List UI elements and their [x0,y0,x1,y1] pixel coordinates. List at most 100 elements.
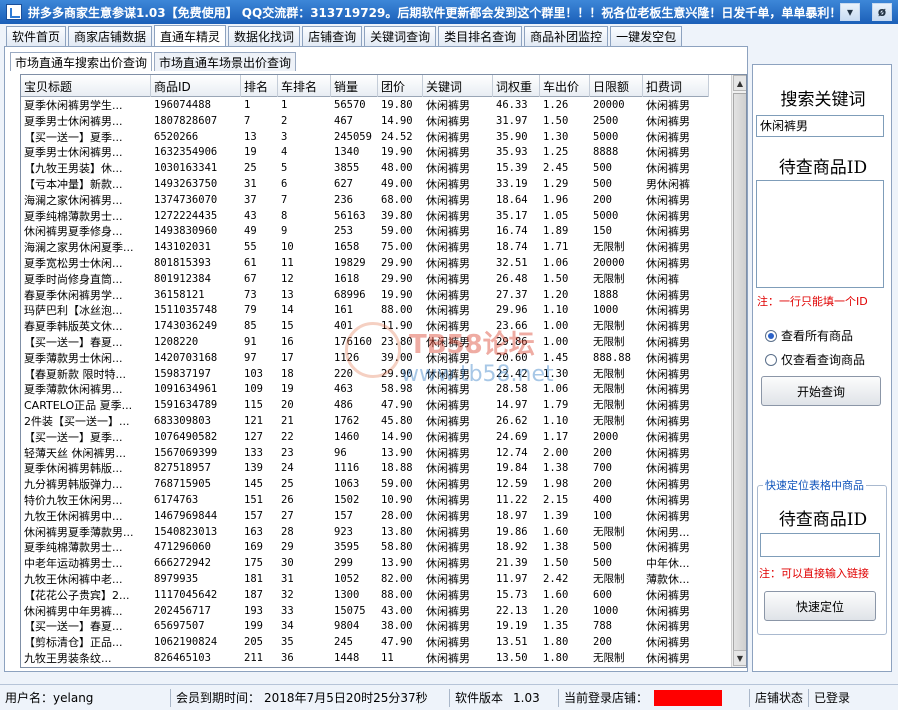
table-row[interactable]: 【买一送一】夏季... 6520266 13 3 245059 24.52 休闲裤男 35.9… [21,130,709,146]
cell-keyword: 休闲裤男 [426,99,470,112]
table-row[interactable]: 休闲裤男中年男裤... 202456717 193 33 15075 43.00 休闲裤男 2… [21,604,709,620]
table-row[interactable]: 轻薄天丝 休闲裤男... 1567069399 133 23 96 13.90 休闲裤男 12… [21,446,709,462]
cell-ad-rank: 2 [281,114,288,127]
cell-sales: 56570 [334,99,366,111]
table-row[interactable]: 夏季男士休闲裤男... 1632354906 19 4 1340 19.90 休闲裤男 35.… [21,145,709,161]
table-row[interactable]: 【九牧王男装】休... 1030163341 25 5 3855 48.00 休闲裤男 15.… [21,161,709,177]
radio-view-all[interactable]: 查看所有商品 [765,327,853,344]
table-row[interactable]: 【花花公子贵宾】2... 1117045642 187 32 1300 88.00 休闲裤男… [21,588,709,604]
tab-keyword-query[interactable]: 关键词查询 [364,26,437,46]
table-row[interactable]: 【买一送一】夏季... 1076490582 127 22 1460 14.90 休闲裤男 2… [21,430,709,446]
tab-through-train[interactable]: 直通车精灵 [154,25,227,46]
close-button[interactable]: ø [872,3,892,21]
table-row[interactable]: 【买一送一】春夏... 65697507 199 34 9804 38.00 休闲裤男 19.… [21,619,709,635]
cell-rank: 157 [244,509,263,522]
cell-daily-limit: 无限制 [593,572,625,585]
table-row[interactable]: 九牧王男装条纹... 826465103 211 36 1448 11 休闲裤男 13.50 1… [21,651,709,667]
table-row[interactable]: 夏季休闲裤男韩版... 827518957 139 24 1116 18.88 休闲裤男 19… [21,461,709,477]
table-row[interactable]: 春夏季韩版英文休... 1743036249 85 15 401 11.90 休闲裤男 23.… [21,319,709,335]
scroll-down-icon[interactable]: ▼ [733,650,746,666]
tab-keyword-finder[interactable]: 数据化找词 [228,26,301,46]
radio-selected-icon[interactable] [765,329,777,342]
radio-unselected-icon[interactable] [765,353,777,366]
tab-group-monitor[interactable]: 商品补团监控 [524,26,609,46]
cell-sales: 467 [334,114,353,127]
column-header-charge-keyword[interactable]: 扣费词 [643,75,709,97]
item-id-textarea[interactable] [756,180,884,288]
tab-empty-package[interactable]: 一键发空包 [610,26,683,46]
scroll-thumb[interactable] [733,93,746,651]
table-row[interactable]: 夏季休闲裤男学生... 196074488 1 1 56570 19.80 休闲裤男 46.3… [21,98,709,114]
tab-store-query[interactable]: 店铺查询 [302,26,363,46]
cell-title: 夏季薄款休闲裤男... [24,383,123,397]
column-header-bid[interactable]: 车出价 [540,75,590,97]
tab-category-rank[interactable]: 类目排名查询 [438,26,523,46]
table-row[interactable]: 九牧王休闲裤中老... 8979935 181 31 1052 82.00 休闲裤男 11.9… [21,572,709,588]
table-row[interactable]: 夏季纯棉薄款男士... 471296060 169 29 3595 58.80 休闲裤男 18… [21,540,709,556]
cell-sales: 401 [334,320,353,333]
column-header-keyword-weight[interactable]: 词权重 [493,75,540,97]
table-row[interactable]: 休闲裤男夏季薄款男... 1540823013 163 28 923 13.80 休闲裤男 1… [21,525,709,541]
cell-keyword-weight: 32.51 [496,256,528,269]
table-row[interactable]: 夏季纯棉薄款男士... 1272224435 43 8 56163 39.80 休闲裤男 35… [21,209,709,225]
table-row[interactable]: 玛萨巴利【冰丝泡... 1511035748 79 14 161 88.00 休闲裤男 29.… [21,303,709,319]
cell-bid: 1.30 [543,130,569,143]
table-row[interactable]: 夏季宽松男士休闲... 801815393 61 11 19829 29.90 休闲裤男 32… [21,256,709,272]
cell-bid: 1.00 [543,320,569,333]
table-row[interactable]: 海澜之家休闲裤男... 1374736070 37 7 236 68.00 休闲裤男 18.6… [21,193,709,209]
cell-item-id: 159837197 [154,367,211,380]
column-header-ad-rank[interactable]: 车排名 [278,75,331,97]
cell-daily-limit: 无限制 [593,651,625,664]
cell-item-id: 768715905 [154,478,211,491]
cell-item-id: 471296060 [154,541,211,554]
table-row[interactable]: 夏季薄款休闲裤男... 1091634961 109 19 463 58.98 休闲裤男 28… [21,382,709,398]
locate-item-id-input[interactable] [760,533,880,557]
subtab-search-bid[interactable]: 市场直通车搜索出价查询 [10,52,153,71]
status-store: 当前登录店铺： [559,685,749,710]
cell-keyword-weight: 18.97 [496,509,528,522]
table-row[interactable]: 海澜之家男休闲夏季... 143102031 55 10 1658 75.00 休闲裤男 18… [21,240,709,256]
vertical-scrollbar[interactable]: ▲ ▼ [731,75,746,667]
minimize-button[interactable]: ▾ [840,3,860,21]
table-row[interactable]: 中老年运动裤男士... 666272942 175 30 299 13.90 休闲裤男 21.… [21,556,709,572]
tab-home[interactable]: 软件首页 [6,26,67,46]
scroll-up-icon[interactable]: ▲ [733,75,746,91]
table-row[interactable]: 【剪标清仓】正品... 1062190824 205 35 245 47.90 休闲裤男 13… [21,635,709,651]
cell-charge-keyword: 休闲裤男 [646,320,690,334]
column-header-keyword[interactable]: 关键词 [423,75,493,97]
cell-keyword: 休闲裤男 [426,241,470,255]
table-row[interactable]: 九分裤男韩版弹力... 768715905 145 25 1063 59.00 休闲裤男 12… [21,477,709,493]
quick-locate-button[interactable]: 快速定位 [764,591,876,621]
table-row[interactable]: 夏季男士休闲裤男... 1807828607 7 2 467 14.90 休闲裤男 31.97… [21,114,709,130]
table-row[interactable]: 【春夏新款 限时特... 159837197 103 18 220 29.90 休闲裤男 22… [21,367,709,383]
table-row[interactable]: 春夏季休闲裤男学... 36158121 73 13 68996 19.90 休闲裤男 27.… [21,288,709,304]
cell-rank: 193 [244,604,263,617]
tab-store-data[interactable]: 商家店铺数据 [68,26,153,46]
table-row[interactable]: 【亏本冲量】新款... 1493263750 31 6 627 49.00 休闲裤男 33.1… [21,177,709,193]
cell-group-price: 29.90 [381,272,413,285]
search-keyword-input[interactable]: 休闲裤男 [756,115,884,137]
cell-bid: 1.79 [543,399,569,412]
table-row[interactable]: 九牧王休闲裤男中... 1467969844 157 27 157 28.00 休闲裤男 18… [21,509,709,525]
table-row[interactable]: 夏季时尚修身直筒... 801912384 67 12 1618 29.90 休闲裤男 26.… [21,272,709,288]
table-row[interactable]: 夏季薄款男士休闲... 1420703168 97 17 1126 39.00 休闲裤男 20… [21,351,709,367]
table-row[interactable]: 特价九牧王休闲男... 6174763 151 26 1502 10.90 休闲裤男 11.2… [21,493,709,509]
column-header-sales[interactable]: 销量 [331,75,378,97]
column-header-group-price[interactable]: 团价 [378,75,423,97]
subtab-scene-bid[interactable]: 市场直通车场景出价查询 [154,52,297,71]
column-header-daily-limit[interactable]: 日限额 [590,75,643,97]
cell-keyword: 休闲裤男 [426,414,470,428]
start-query-button[interactable]: 开始查询 [761,376,881,406]
table-row[interactable]: CARTELO正品 夏季... 1591634789 115 20 486 47.90 休闲… [21,398,709,414]
cell-keyword: 休闲裤男 [426,256,470,270]
column-header-item-id[interactable]: 商品ID [151,75,241,97]
column-header-rank[interactable]: 排名 [241,75,278,97]
cell-title: 玛萨巴利【冰丝泡... [24,304,123,318]
table-row[interactable]: 休闲裤男夏季修身... 1493830960 49 9 253 59.00 休闲裤男 16.7… [21,224,709,240]
table-row[interactable]: 2件装【买一送一】... 683309803 121 21 1762 45.80 休闲裤男 2… [21,414,709,430]
cell-sales: 299 [334,557,353,570]
cell-title: 【剪标清仓】正品... [24,636,123,650]
column-header-title[interactable]: 宝贝标题 [21,75,151,97]
table-row[interactable]: 【买一送一】春夏... 1208220 91 16 176160 23.80 休闲裤男 29.… [21,335,709,351]
radio-view-query-only[interactable]: 仅查看查询商品 [765,351,865,368]
